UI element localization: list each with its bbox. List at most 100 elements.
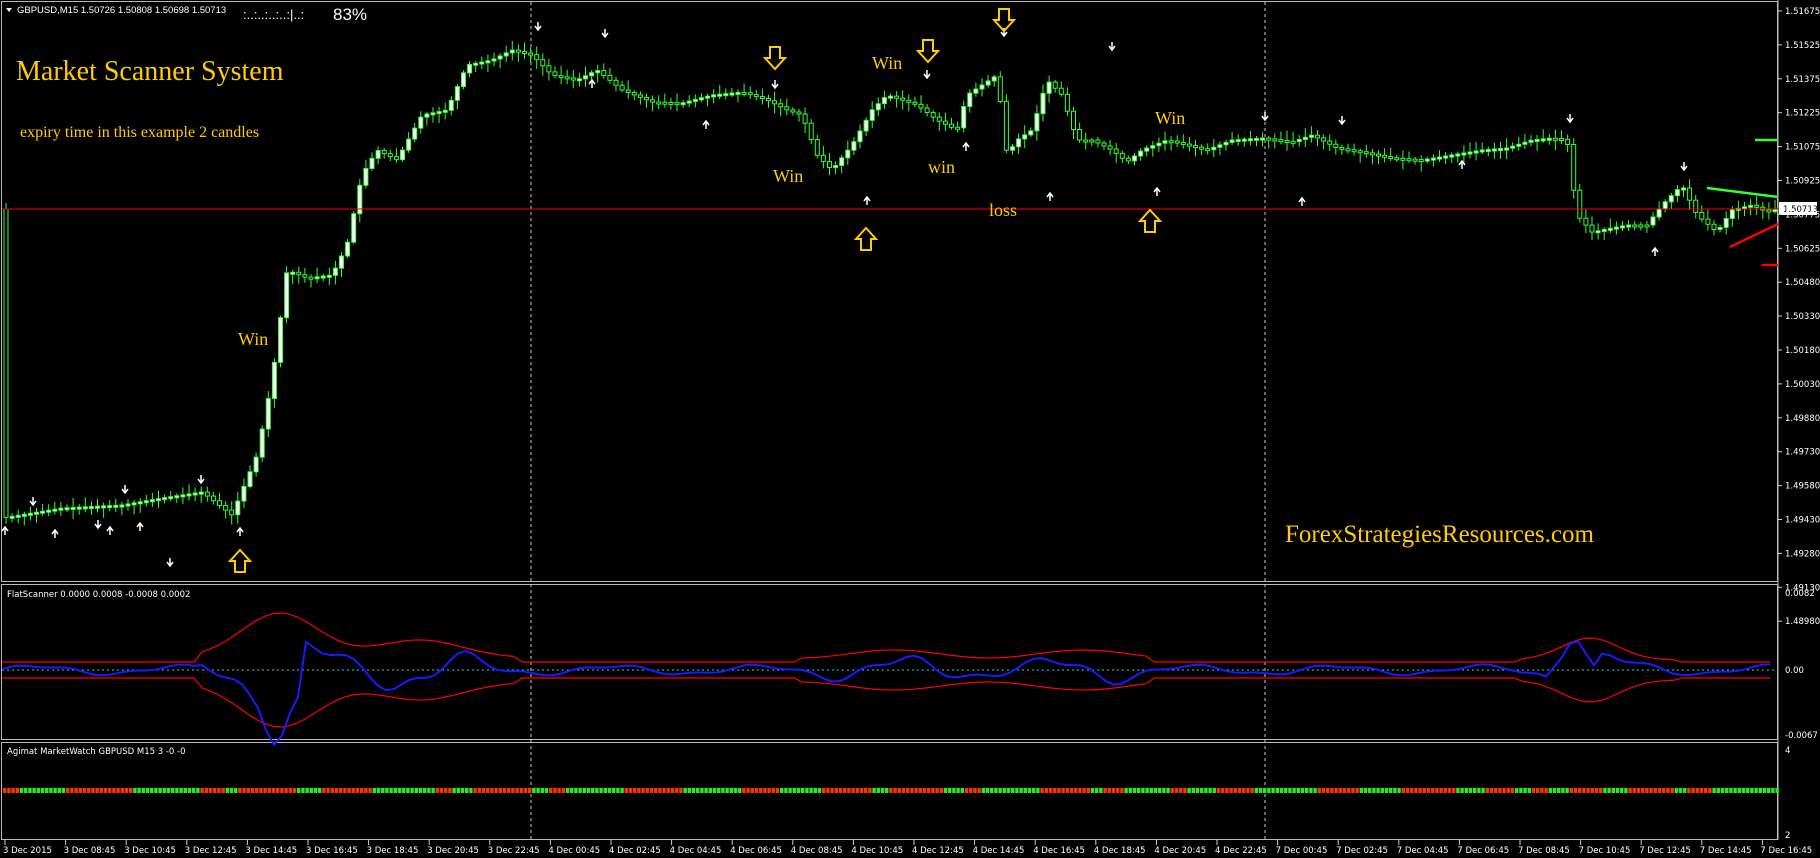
- marketwatch-dot: [154, 788, 158, 793]
- candle-body: [613, 79, 619, 86]
- marketwatch-dot: [969, 788, 973, 793]
- marketwatch-dot: [15, 788, 19, 793]
- candle-body: [522, 51, 527, 55]
- candle-body: [1290, 140, 1296, 144]
- candle-body: [1241, 138, 1247, 142]
- candle-body: [412, 127, 418, 140]
- marketwatch-dot: [124, 788, 129, 793]
- marketwatch-dot: [1347, 788, 1351, 793]
- marketwatch-dot: [1292, 788, 1296, 793]
- marketwatch-dot: [1414, 788, 1418, 793]
- candle-body: [1455, 153, 1461, 157]
- marketwatch-dot: [927, 788, 931, 793]
- candle-body: [1327, 140, 1333, 145]
- candle-body: [552, 71, 558, 77]
- marketwatch-dot: [225, 788, 229, 793]
- candle-body: [1717, 226, 1723, 230]
- trading-chart[interactable]: 1.50713 Market Scanner System expiry tim…: [0, 0, 1820, 858]
- marketwatch-dot: [847, 788, 851, 793]
- candle-body: [1174, 140, 1180, 144]
- marketwatch-dot: [418, 788, 423, 793]
- marketwatch-dot: [507, 788, 511, 793]
- marketwatch-dot: [330, 788, 334, 793]
- marketwatch-dot: [1544, 788, 1548, 793]
- marketwatch-dot: [557, 788, 561, 793]
- marketwatch-dot: [280, 788, 284, 793]
- candle-body: [1650, 216, 1656, 226]
- flatscanner-axis-bottom: -0.0067: [1785, 731, 1818, 741]
- candle-body: [515, 49, 521, 53]
- marketwatch-dot: [196, 788, 200, 793]
- marketwatch-dot: [1687, 788, 1691, 793]
- time-tick-label: 3 Dec 14:45: [245, 846, 297, 856]
- marketwatch-dot: [595, 788, 599, 793]
- candle-body: [1571, 144, 1577, 191]
- candle-body: [320, 275, 326, 279]
- candle-body: [1662, 201, 1668, 210]
- marketwatch-dot: [229, 788, 234, 793]
- annotation-win-4: win: [928, 157, 955, 177]
- candle-body: [1723, 218, 1729, 228]
- time-tick-label: 4 Dec 12:45: [912, 846, 964, 856]
- marketwatch-dot: [1578, 788, 1582, 793]
- marketwatch-dot: [364, 788, 368, 793]
- marketwatch-dot: [1128, 788, 1132, 793]
- candle-body: [1333, 143, 1339, 148]
- candle-body: [1363, 151, 1369, 155]
- candle-body: [1296, 138, 1302, 143]
- marketwatch-dot: [1145, 788, 1149, 793]
- marketwatch-dot: [649, 788, 654, 793]
- marketwatch-dot: [465, 788, 469, 793]
- marketwatch-dot: [1254, 788, 1258, 793]
- marketwatch-dot: [906, 788, 910, 793]
- marketwatch-dot: [792, 788, 796, 793]
- marketwatch-dot: [544, 788, 549, 793]
- candle-body: [284, 272, 290, 319]
- marketwatch-dot: [1666, 788, 1670, 793]
- marketwatch-dot: [1653, 788, 1657, 793]
- candle-body: [1266, 137, 1272, 141]
- marketwatch-dot: [708, 788, 712, 793]
- marketwatch-dot: [456, 788, 460, 793]
- candle-body: [1162, 140, 1168, 144]
- candle-body: [881, 97, 887, 105]
- marketwatch-dot: [612, 788, 616, 793]
- marketwatch-dot: [948, 788, 952, 793]
- flatscanner-axis-top: 0.0082: [1785, 589, 1815, 599]
- candle-body: [1644, 224, 1650, 228]
- marketwatch-dot: [553, 788, 557, 793]
- candle-body: [991, 76, 997, 82]
- time-tick-label: 7 Dec 06:45: [1457, 846, 1509, 856]
- marketwatch-dot: [1582, 788, 1586, 793]
- candle-body: [1168, 140, 1174, 144]
- marketwatch-dot: [423, 788, 427, 793]
- marketwatch-dot: [78, 788, 82, 793]
- marketwatch-dot: [1321, 788, 1326, 793]
- time-tick-label: 4 Dec 08:45: [791, 846, 843, 856]
- candle-body: [1485, 148, 1491, 152]
- marketwatch-dot: [1704, 788, 1708, 793]
- candle-body: [223, 504, 229, 511]
- candle-body: [1772, 209, 1778, 213]
- candle-body: [1217, 144, 1223, 148]
- candle-body: [534, 54, 540, 61]
- marketwatch-dot: [679, 788, 683, 793]
- candle-body: [753, 94, 759, 98]
- marketwatch-dot: [460, 788, 465, 793]
- candle-body: [644, 96, 649, 101]
- marketwatch-dot: [347, 788, 351, 793]
- marketwatch-dot: [1309, 788, 1313, 793]
- marketwatch-dot: [859, 788, 864, 793]
- marketwatch-dot: [19, 788, 24, 793]
- marketwatch-dot: [700, 788, 704, 793]
- candle-body: [1461, 152, 1467, 156]
- marketwatch-dot: [1233, 788, 1237, 793]
- marketwatch-dot: [1174, 788, 1179, 793]
- candle-body: [436, 111, 442, 115]
- marketwatch-dot: [1267, 788, 1271, 793]
- candle-body: [656, 101, 662, 105]
- candle-body: [1656, 208, 1662, 218]
- candle-body: [503, 52, 509, 57]
- marketwatch-dot: [880, 788, 885, 793]
- marketwatch-dot: [1065, 788, 1069, 793]
